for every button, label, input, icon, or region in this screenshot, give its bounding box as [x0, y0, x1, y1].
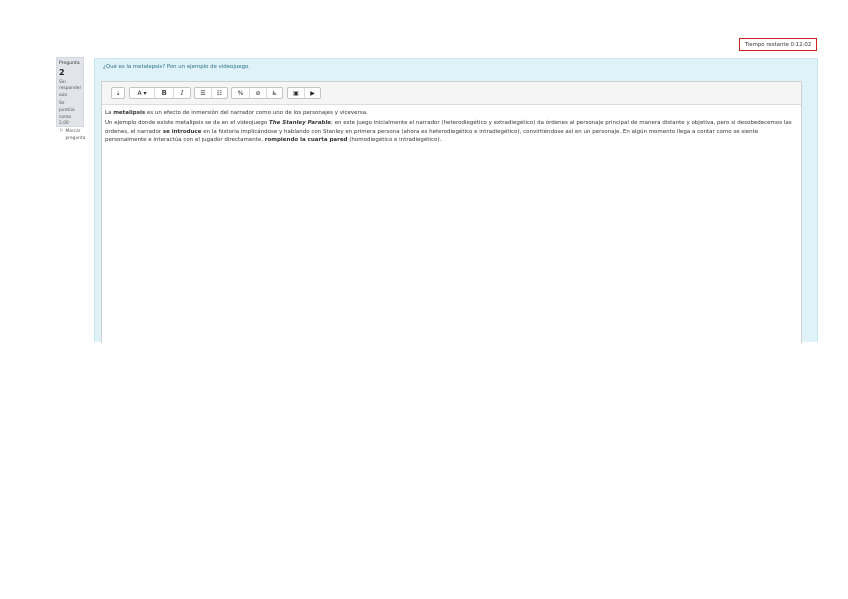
- unlink-icon: ⊘: [255, 89, 261, 97]
- flag-icon: ⚐: [59, 128, 64, 135]
- italic-icon: I: [180, 89, 184, 97]
- insert-image-button[interactable]: ▣: [288, 88, 304, 98]
- question-text: ¿Qué es la metalepsis? Pon un ejemplo de…: [103, 64, 250, 70]
- font-color-icon: A ▾: [137, 89, 147, 97]
- flag-question-label: Marcar pregunta: [65, 129, 86, 142]
- image-icon: ▣: [293, 89, 299, 97]
- font-color-button[interactable]: A ▾: [130, 88, 154, 98]
- answer-bold-text: metalipsis: [113, 110, 146, 116]
- unordered-list-button[interactable]: ☰: [195, 88, 211, 98]
- answer-editor[interactable]: ⇣ A ▾ B I ☰ ☷ % ⊘ ♿ ▣ ▶ La metalipsis es…: [101, 81, 802, 343]
- bold-button[interactable]: B: [154, 88, 173, 98]
- toolbar-group-lists: ☰ ☷: [194, 87, 228, 99]
- answer-bold-text: se introduce: [162, 128, 202, 135]
- answer-text: (homodiegético e intradiegético).: [347, 137, 442, 144]
- ordered-list-icon: ☷: [216, 89, 223, 97]
- answer-text: La: [105, 110, 114, 116]
- toolbar-group-collapse: ⇣: [111, 87, 125, 99]
- question-content-box: ¿Qué es la metalepsis? Pon un ejemplo de…: [94, 58, 818, 343]
- collapse-toggle-button[interactable]: ⇣: [112, 88, 124, 98]
- answer-bold-italic-text: The Stanley Parable: [268, 120, 331, 127]
- accessibility-icon: ♿: [271, 89, 278, 97]
- toggle-icon: ⇣: [115, 89, 121, 97]
- italic-button[interactable]: I: [173, 88, 190, 98]
- answer-bold-text: rompiendo la cuarta pared: [264, 137, 348, 144]
- link-button[interactable]: %: [232, 88, 249, 98]
- editor-toolbar: ⇣ A ▾ B I ☰ ☷ % ⊘ ♿ ▣ ▶: [102, 82, 801, 105]
- question-number: Pregunta 2: [59, 60, 81, 80]
- bold-icon: B: [161, 89, 167, 97]
- question-number-value: 2: [59, 68, 65, 78]
- toolbar-group-media: ▣ ▶: [287, 87, 321, 99]
- answer-paragraph-2: Un ejemplo donde existe metalipsis se da…: [105, 119, 799, 145]
- answer-text: Un ejemplo donde existe metalipsis se da…: [105, 120, 269, 127]
- media-icon: ▶: [310, 89, 315, 97]
- answer-paragraph-1: La metalipsis es un efecto de inmersión …: [105, 109, 799, 118]
- time-remaining-badge: Tiempo restante 0:12:02: [739, 38, 817, 51]
- editor-content-area[interactable]: La metalipsis es un efecto de inmersión …: [102, 105, 801, 145]
- ordered-list-button[interactable]: ☷: [211, 88, 227, 98]
- insert-media-button[interactable]: ▶: [304, 88, 320, 98]
- link-icon: %: [237, 89, 244, 97]
- unordered-list-icon: ☰: [200, 89, 206, 97]
- flag-question-link[interactable]: ⚐ Marcar pregunta: [59, 128, 85, 143]
- answer-text: es un efecto de inmersión del narrador c…: [145, 110, 368, 116]
- question-grade: Se puntúa como 2,00: [59, 100, 75, 127]
- question-status: Sin responder aún: [59, 79, 82, 99]
- accessibility-button[interactable]: ♿: [266, 88, 282, 98]
- question-prefix: Pregunta: [59, 61, 80, 66]
- question-info-panel: Pregunta 2 Sin responder aún Se puntúa c…: [56, 57, 85, 141]
- unlink-button[interactable]: ⊘: [249, 88, 266, 98]
- toolbar-group-style: A ▾ B I: [129, 87, 191, 99]
- toolbar-group-links: % ⊘ ♿: [231, 87, 283, 99]
